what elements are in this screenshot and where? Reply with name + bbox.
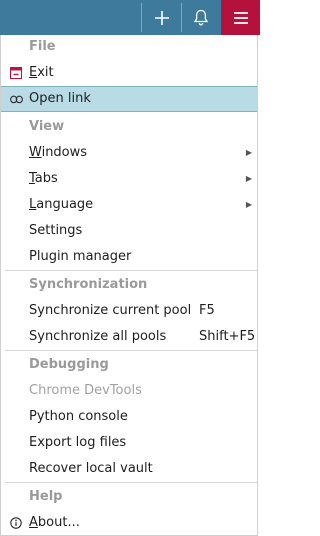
submenu-arrow-icon: ▶ [245,174,252,183]
menu-item-tabs-label: abs [34,171,58,186]
main-menu-button[interactable] [221,0,260,35]
menu-item-about-label: bout... [37,515,80,530]
menu-item-python-console-label: Python console [29,409,128,424]
menu-item-python-console[interactable]: Python console [1,404,257,430]
menu-divider [5,270,257,271]
menu-item-about[interactable]: About... [1,510,257,536]
section-file-header: File [29,39,56,54]
menu-item-sync-current-pool[interactable]: Synchronize current pool F5 [1,298,257,324]
submenu-arrow-icon: ▶ [245,200,252,209]
menu-item-exit[interactable]: Exit [1,60,257,86]
menu-item-chrome-devtools-label: Chrome DevTools [29,383,142,398]
hamburger-menu-icon [233,11,248,24]
top-toolbar [0,0,260,35]
menu-item-export-log-files-label: Export log files [29,435,127,450]
info-icon [8,510,24,536]
exit-icon [8,60,24,86]
link-icon [8,87,24,111]
bell-icon [193,9,208,26]
shortcut-label: F5 [199,303,215,318]
menu-item-recover-local-vault[interactable]: Recover local vault [1,456,257,482]
shortcut-label: Shift+F5 [199,329,256,344]
menu-item-open-link-label: Open link [29,91,91,106]
submenu-arrow-icon: ▶ [245,148,252,157]
menu-item-open-link[interactable]: Open link [1,86,257,112]
menu-divider [5,482,257,483]
menu-item-sync-current-pool-label: Synchronize current pool [29,303,192,318]
menu-item-language-label: anguage [36,197,94,212]
add-button[interactable] [142,0,181,35]
menu-item-language[interactable]: Language ▶ [1,192,257,218]
section-debugging-header: Debugging [29,357,109,372]
menu-item-tabs[interactable]: Tabs ▶ [1,166,257,192]
menu-item-exit-label: xit [37,65,54,80]
menu-item-exit-mnemonic: E [29,65,38,80]
menu-item-plugin-manager[interactable]: Plugin manager [1,244,257,270]
menu-item-settings[interactable]: Settings [1,218,257,244]
menu-divider [5,350,257,351]
menu-item-windows-label: indows [41,145,88,160]
section-help-header: Help [29,489,63,504]
menu-item-about-mnemonic: A [29,515,38,530]
section-view-header: View [29,119,65,134]
menu-item-chrome-devtools: Chrome DevTools [1,378,257,404]
notifications-button[interactable] [181,0,220,35]
menu-item-export-log-files[interactable]: Export log files [1,430,257,456]
menu-item-settings-label: Settings [29,223,83,238]
menu-item-windows-mnemonic: W [29,145,42,160]
menu-item-sync-all-pools[interactable]: Synchronize all pools Shift+F5 [1,324,257,350]
menu-item-plugin-manager-label: Plugin manager [29,249,132,264]
section-sync-header: Synchronization [29,277,148,292]
menu-item-sync-all-pools-label: Synchronize all pools [29,329,167,344]
plus-icon [154,10,169,25]
menu-item-recover-local-vault-label: Recover local vault [29,461,153,476]
menu-item-windows[interactable]: Windows ▶ [1,140,257,166]
main-menu-dropdown: File Exit Open link View Windows ▶ Tabs … [0,35,258,536]
